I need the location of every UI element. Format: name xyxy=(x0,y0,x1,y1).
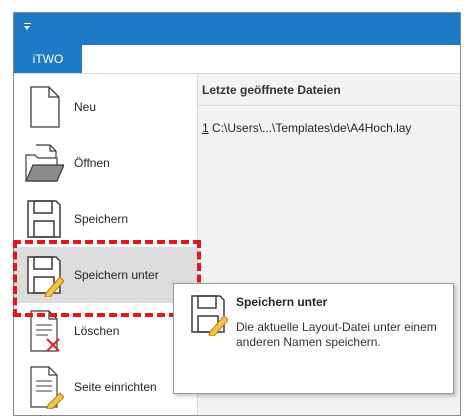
tab-itwo[interactable]: iTWO xyxy=(14,45,82,73)
menu-item-label: Löschen xyxy=(74,324,120,338)
save-icon xyxy=(27,200,61,238)
menu-item-label: Öffnen xyxy=(74,156,110,170)
menu-item-label: Seite einrichten xyxy=(74,380,157,394)
recent-file-item[interactable]: 1 C:\Users\...\Templates\de\A4Hoch.lay xyxy=(202,121,411,135)
menu-item-new[interactable]: Neu xyxy=(14,79,197,135)
tooltip-text: Die aktuelle Layout-Datei unter einem an… xyxy=(236,320,437,349)
menu-item-open[interactable]: Öffnen xyxy=(14,135,197,191)
menu-item-save[interactable]: Speichern xyxy=(14,191,197,247)
recent-files-header: Letzte geöffnete Dateien xyxy=(198,74,460,106)
open-folder-icon xyxy=(25,144,64,182)
tooltip: Speichern unter Die aktuelle Layout-Date… xyxy=(173,283,454,394)
tooltip-title: Speichern unter xyxy=(236,295,328,309)
recent-file-path: C:\Users\...\Templates\de\A4Hoch.lay xyxy=(208,121,412,135)
customize-quick-access-icon[interactable] xyxy=(22,21,34,33)
title-bar xyxy=(14,13,460,45)
menu-item-label: Neu xyxy=(74,100,97,114)
ribbon-tab-row: iTWO xyxy=(14,45,460,74)
page-setup-icon xyxy=(30,366,64,409)
recent-file-number: 1 xyxy=(202,121,209,135)
menu-item-label: Speichern xyxy=(74,212,129,226)
save-as-icon xyxy=(191,295,228,336)
new-document-icon xyxy=(30,86,60,128)
menu-item-page-setup[interactable]: Seite einrichten xyxy=(14,359,197,415)
